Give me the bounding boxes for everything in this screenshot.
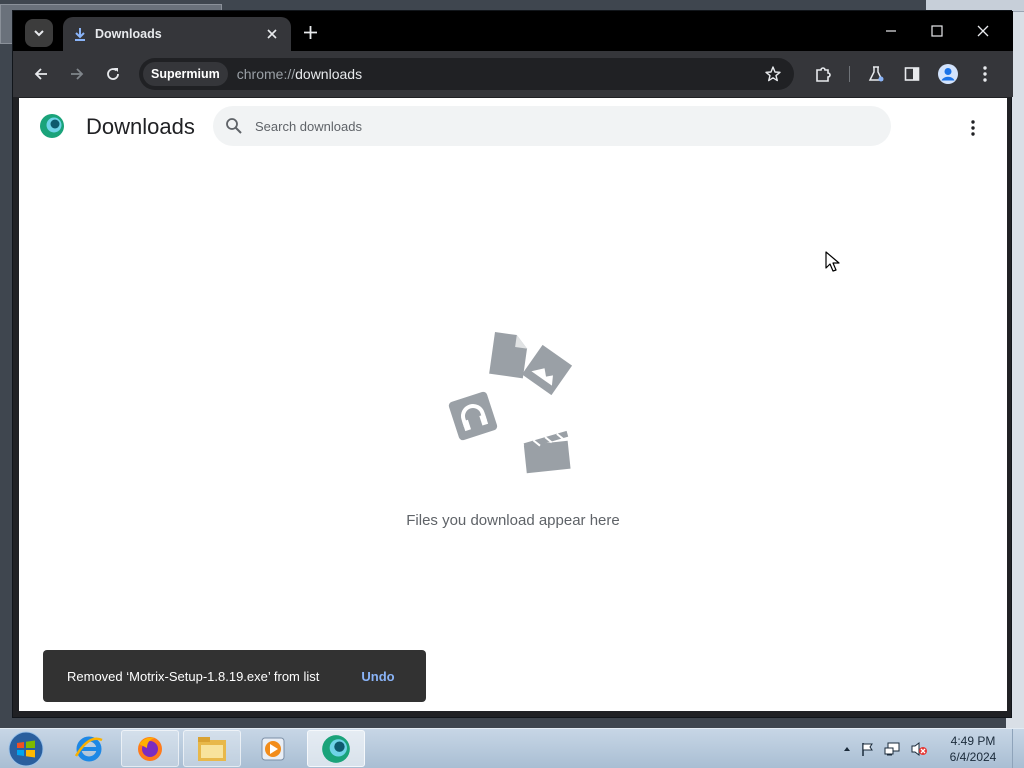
minimize-icon	[886, 30, 896, 32]
forward-button[interactable]	[64, 61, 90, 87]
taskbar-app-explorer[interactable]	[183, 730, 241, 767]
windows-start-icon	[8, 731, 44, 767]
browser-window: Downloads Supermium chrome://downloads D…	[12, 10, 1013, 718]
empty-message: Files you download appear here	[406, 512, 620, 529]
downloads-page: Downloads Search downloads Files you dow…	[19, 98, 1007, 711]
url-scheme: chrome://	[236, 66, 296, 82]
search-icon	[226, 118, 242, 134]
toast-message: Removed ‘Motrix-Setup-1.8.19.exe’ from l…	[67, 668, 320, 684]
arrow-right-icon	[71, 68, 84, 80]
supermium-icon	[322, 734, 350, 763]
taskbar: 4:49 PM 6/4/2024	[0, 728, 1024, 768]
tab-close-button[interactable]	[263, 25, 281, 43]
show-desktop-button[interactable]	[1012, 729, 1024, 768]
taskbar-app-ie[interactable]	[60, 730, 118, 767]
more-vert-icon	[983, 66, 987, 82]
new-tab-button[interactable]	[299, 21, 321, 43]
download-icon	[75, 28, 85, 41]
document-icon	[489, 332, 527, 379]
address-bar[interactable]: Supermium chrome://downloads	[139, 58, 794, 90]
image-file-icon	[521, 344, 573, 396]
arrow-left-icon	[34, 68, 47, 80]
close-icon	[977, 25, 989, 37]
mouse-cursor-icon	[825, 251, 840, 272]
maximize-button[interactable]	[917, 17, 957, 45]
browser-menu-button[interactable]	[972, 61, 998, 87]
chevron-down-icon	[34, 30, 44, 37]
action-center-flag-icon[interactable]	[860, 741, 876, 757]
profile-button[interactable]	[935, 61, 961, 87]
reload-button[interactable]	[100, 61, 126, 87]
network-icon[interactable]	[884, 741, 902, 757]
show-hidden-icons-icon[interactable]	[842, 744, 852, 754]
puzzle-icon	[815, 66, 831, 82]
page-more-actions-button[interactable]	[961, 116, 985, 140]
folder-icon	[198, 736, 226, 761]
url-text: chrome://downloads	[237, 66, 362, 82]
internet-explorer-icon	[74, 736, 103, 761]
site-info-chip[interactable]: Supermium	[143, 62, 228, 86]
toast-notification: Removed ‘Motrix-Setup-1.8.19.exe’ from l…	[43, 650, 426, 702]
clock-time: 4:49 PM	[950, 734, 996, 748]
volume-muted-icon[interactable]	[910, 741, 928, 757]
close-icon	[267, 29, 277, 39]
toolbar-divider	[849, 66, 850, 82]
url-path: downloads	[295, 66, 363, 82]
empty-downloads-illustration	[448, 332, 573, 474]
reload-icon	[107, 68, 119, 80]
plus-icon	[303, 25, 317, 39]
media-player-icon	[261, 737, 285, 760]
avatar-icon	[938, 64, 958, 84]
tab-search-button[interactable]	[25, 19, 53, 47]
window-close-button[interactable]	[963, 17, 1003, 45]
minimize-button[interactable]	[871, 17, 911, 45]
taskbar-app-supermium[interactable]	[307, 730, 365, 767]
flask-icon	[868, 66, 884, 82]
tab-title: Downloads	[95, 27, 162, 41]
side-panel-button[interactable]	[899, 61, 925, 87]
more-vert-icon	[971, 120, 975, 136]
bookmark-button[interactable]	[762, 63, 784, 85]
video-file-icon	[523, 430, 571, 474]
extensions-button[interactable]	[810, 61, 836, 87]
back-button[interactable]	[28, 61, 54, 87]
maximize-icon	[931, 25, 943, 37]
page-title: Downloads	[86, 114, 195, 139]
star-icon	[765, 66, 781, 82]
browser-toolbar: Supermium chrome://downloads	[13, 51, 1013, 97]
start-button[interactable]	[6, 731, 46, 767]
search-box[interactable]	[213, 106, 891, 146]
clock-date: 6/4/2024	[949, 750, 997, 764]
search-input[interactable]	[255, 118, 855, 134]
side-panel-icon	[904, 67, 920, 81]
taskbar-app-firefox[interactable]	[121, 730, 179, 767]
firefox-icon	[138, 736, 162, 761]
system-clock[interactable]: 4:49 PM 6/4/2024	[944, 733, 1002, 765]
audio-file-icon	[448, 391, 498, 441]
tab-downloads[interactable]: Downloads	[63, 17, 291, 51]
taskbar-app-media[interactable]	[244, 730, 302, 767]
tab-strip: Downloads	[13, 11, 1013, 51]
system-tray	[842, 737, 942, 761]
supermium-logo-icon	[40, 114, 64, 138]
labs-button[interactable]	[863, 61, 889, 87]
undo-button[interactable]: Undo	[361, 669, 394, 684]
